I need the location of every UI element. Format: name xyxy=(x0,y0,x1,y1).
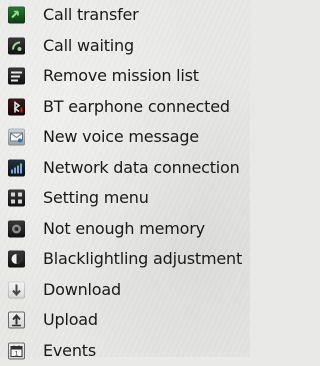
svg-text:1: 1 xyxy=(15,350,19,357)
list-item: Not enough memory xyxy=(0,214,250,245)
item-label: New voice message xyxy=(43,128,199,146)
download-icon xyxy=(8,281,25,298)
call-transfer-icon xyxy=(8,7,25,24)
item-label: Download xyxy=(43,281,121,299)
icon-legend-list: Call transfer Call waiting Remove missio… xyxy=(0,0,250,366)
item-label: Events xyxy=(43,342,96,360)
list-item: Remove mission list xyxy=(0,61,250,92)
voice-message-icon xyxy=(8,129,25,146)
item-label: Call waiting xyxy=(43,37,134,55)
list-item: Setting menu xyxy=(0,183,250,214)
list-item: Network data connection xyxy=(0,153,250,184)
upload-icon xyxy=(8,312,25,329)
list-item: Blacklightling adjustment xyxy=(0,244,250,275)
backlight-icon xyxy=(8,251,25,268)
bt-earphone-icon xyxy=(8,98,25,115)
item-label: Upload xyxy=(43,311,98,329)
setting-menu-icon xyxy=(8,190,25,207)
list-item: New voice message xyxy=(0,122,250,153)
item-label: Not enough memory xyxy=(43,220,205,238)
call-waiting-icon xyxy=(8,37,25,54)
item-label: Remove mission list xyxy=(43,67,199,85)
item-label: Call transfer xyxy=(43,6,139,24)
list-item: Call waiting xyxy=(0,31,250,62)
list-item: Call transfer xyxy=(0,0,250,31)
list-item: Download xyxy=(0,275,250,306)
item-label: Blacklightling adjustment xyxy=(43,250,242,268)
list-item: 1 Events xyxy=(0,336,250,366)
list-item: Upload xyxy=(0,305,250,336)
list-item: BT earphone connected xyxy=(0,92,250,123)
network-data-icon xyxy=(8,159,25,176)
memory-warning-icon xyxy=(8,220,25,237)
item-label: Setting menu xyxy=(43,189,149,207)
item-label: BT earphone connected xyxy=(43,98,230,116)
item-label: Network data connection xyxy=(43,159,240,177)
remove-mission-list-icon xyxy=(8,68,25,85)
